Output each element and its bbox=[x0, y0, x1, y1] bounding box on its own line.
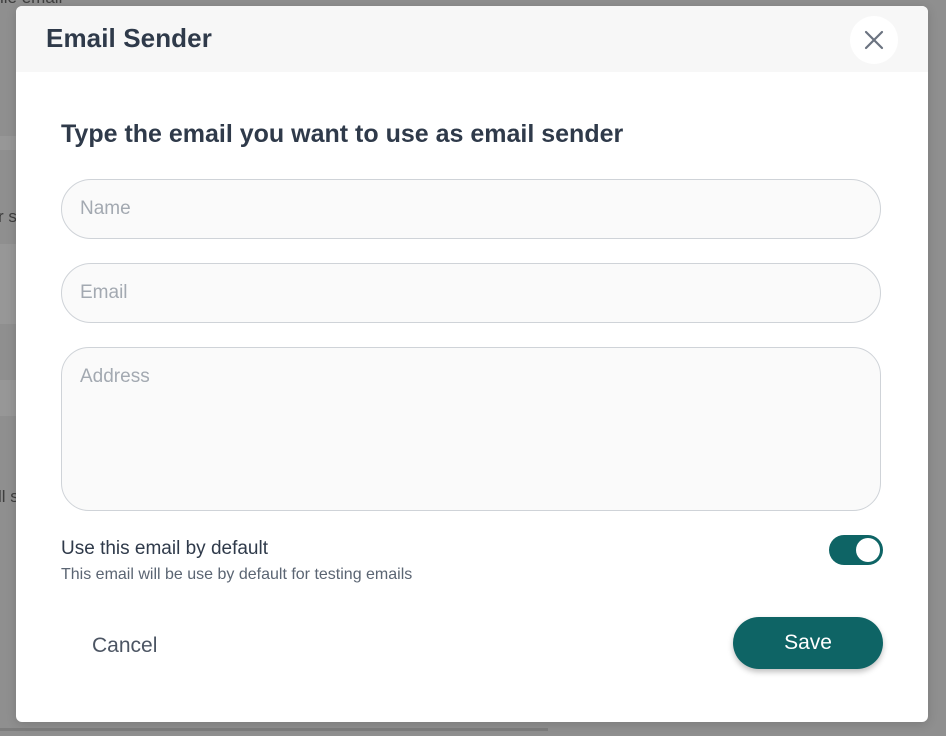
background-text-fragment: r s bbox=[0, 207, 17, 226]
background-block bbox=[0, 136, 16, 150]
email-sender-dialog: Email Sender Type the email you want to … bbox=[16, 6, 928, 722]
dialog-header: Email Sender bbox=[16, 6, 928, 72]
form-heading: Type the email you want to use as email … bbox=[61, 120, 624, 148]
close-icon bbox=[864, 30, 884, 50]
default-email-toggle[interactable] bbox=[829, 535, 883, 565]
save-button[interactable]: Save bbox=[733, 617, 883, 669]
background-divider bbox=[0, 728, 548, 731]
email-input[interactable] bbox=[61, 263, 881, 323]
default-email-label: Use this email by default bbox=[61, 538, 268, 559]
close-button[interactable] bbox=[850, 16, 898, 64]
address-textarea[interactable] bbox=[61, 347, 881, 511]
background-block bbox=[0, 380, 16, 416]
default-email-description: This email will be use by default for te… bbox=[61, 566, 413, 583]
cancel-button[interactable]: Cancel bbox=[72, 626, 177, 666]
background-block bbox=[0, 244, 16, 324]
name-input[interactable] bbox=[61, 179, 881, 239]
toggle-knob bbox=[856, 538, 880, 562]
dialog-title: Email Sender bbox=[46, 23, 212, 53]
